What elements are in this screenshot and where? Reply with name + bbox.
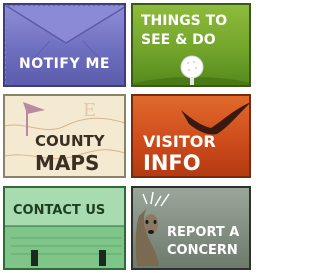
county-maps-line-1: COUNTY	[35, 132, 105, 150]
notify-me-tile[interactable]: NOTIFY ME	[3, 3, 126, 87]
contact-us-tile[interactable]: CONTACT US	[3, 186, 126, 270]
visitor-info-line-2: INFO	[143, 151, 201, 175]
things-line-1: THINGS TO	[141, 13, 228, 29]
report-a-concern-tile[interactable]: REPORT A CONCERN	[131, 186, 251, 270]
visitor-info-tile[interactable]: VISITOR INFO	[131, 94, 251, 178]
county-maps-tile[interactable]: E COUNTY MAPS	[3, 94, 126, 178]
contact-card-icon	[5, 188, 124, 266]
notify-me-label: NOTIFY ME	[19, 56, 110, 72]
visitor-info-line-1: VISITOR	[143, 132, 216, 151]
things-line-2: SEE & DO	[141, 32, 216, 48]
svg-text:E: E	[83, 100, 96, 121]
envelope-icon	[5, 5, 124, 85]
contact-us-label: CONTACT US	[13, 203, 106, 218]
things-to-see-and-do-tile[interactable]: THINGS TO SEE & DO	[131, 3, 251, 87]
report-line-1: REPORT A	[167, 225, 240, 240]
report-line-2: CONCERN	[167, 243, 238, 258]
county-maps-line-2: MAPS	[35, 151, 100, 175]
